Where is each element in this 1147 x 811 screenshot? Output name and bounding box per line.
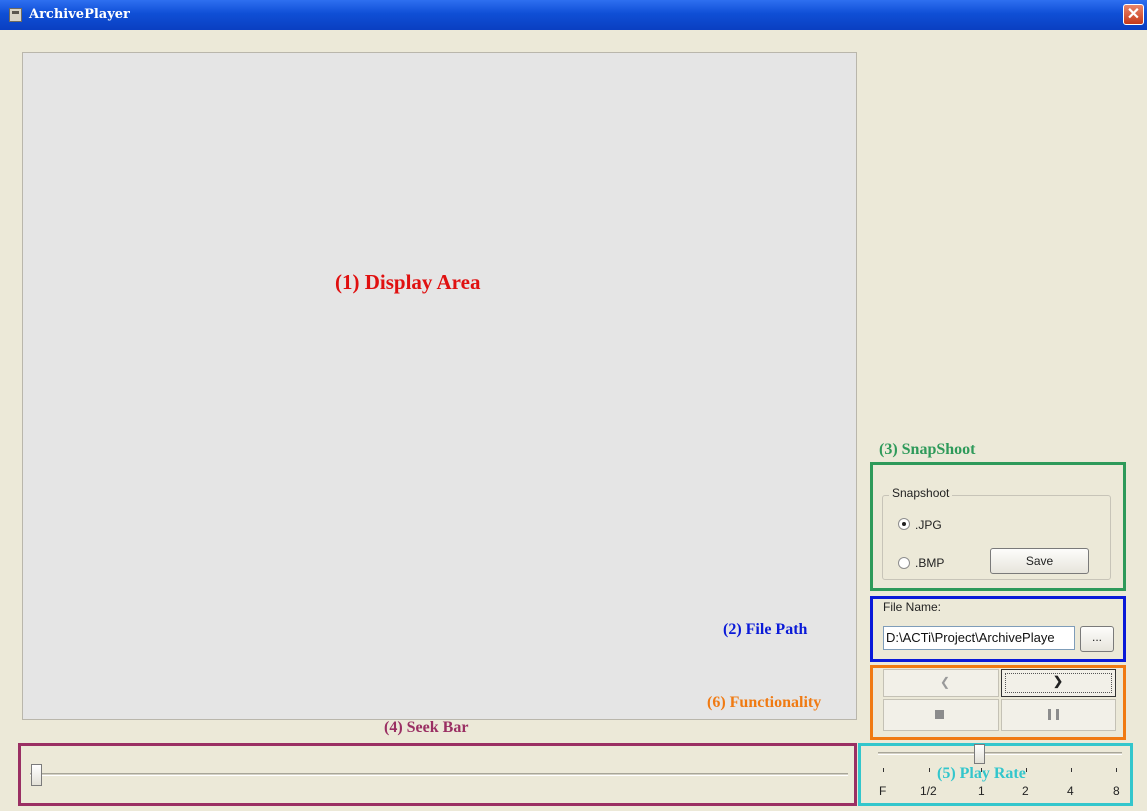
chevron-right-icon: ❯	[1053, 674, 1064, 688]
pause-icon	[1048, 709, 1051, 720]
rate-tick	[1116, 768, 1117, 772]
browse-button[interactable]: ...	[1080, 626, 1114, 652]
snapshoot-group-label: Snapshoot	[889, 486, 953, 500]
window-title: ArchivePlayer	[29, 7, 130, 22]
rate-label-f: F	[879, 784, 887, 798]
rate-tick	[1071, 768, 1072, 772]
file-name-label: File Name:	[883, 600, 942, 614]
rate-tick	[883, 768, 884, 772]
display-area	[22, 52, 857, 720]
rate-label-2: 2	[1022, 784, 1029, 798]
title-bar: ArchivePlayer ✕	[0, 0, 1147, 30]
rate-label-half: 1/2	[920, 784, 937, 798]
jpg-radio-label[interactable]: .JPG	[915, 518, 942, 532]
pause-icon	[1056, 709, 1059, 720]
rate-label-8: 8	[1113, 784, 1120, 798]
play-rate-track[interactable]	[878, 752, 1122, 755]
bmp-radio-label[interactable]: .BMP	[915, 556, 944, 570]
annotation-display-area: (1) Display Area	[335, 270, 481, 294]
rate-label-1: 1	[978, 784, 985, 798]
play-rate-thumb[interactable]	[974, 744, 985, 764]
stop-icon	[935, 710, 944, 719]
app-icon	[9, 8, 22, 22]
bmp-radio[interactable]	[898, 557, 910, 569]
seek-track[interactable]	[30, 773, 848, 776]
annotation-play-rate: (5) Play Rate	[937, 765, 1026, 782]
annotation-seek-bar: (4) Seek Bar	[384, 719, 469, 736]
file-path-field[interactable]: D:\ACTi\Project\ArchivePlaye	[883, 626, 1075, 650]
rate-tick	[1026, 768, 1027, 772]
jpg-radio[interactable]	[898, 518, 910, 530]
annotation-file-path: (2) File Path	[723, 621, 808, 638]
annotation-functionality: (6) Functionality	[707, 694, 822, 711]
rate-label-4: 4	[1067, 784, 1074, 798]
rate-tick	[929, 768, 930, 772]
seek-thumb[interactable]	[31, 764, 42, 786]
annotation-snapshoot: (3) SnapShoot	[879, 441, 976, 458]
save-button[interactable]: Save	[990, 548, 1089, 574]
chevron-left-icon: ❮	[940, 675, 951, 689]
close-button[interactable]: ✕	[1123, 4, 1144, 25]
